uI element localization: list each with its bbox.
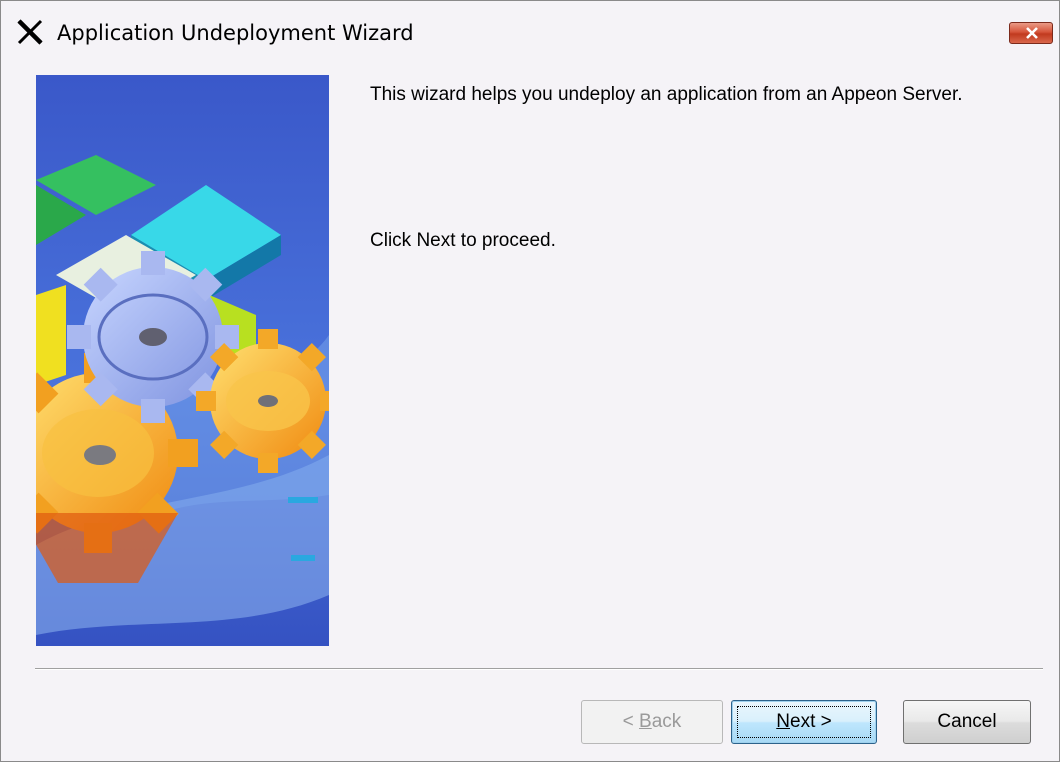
window-title: Application Undeployment Wizard — [57, 21, 414, 45]
next-button[interactable]: Next > — [731, 700, 877, 744]
close-icon — [1026, 27, 1038, 39]
wizard-window: Application Undeployment Wizard This wiz… — [0, 0, 1060, 762]
divider — [35, 668, 1043, 670]
proceed-instruction: Click Next to proceed. — [370, 230, 556, 251]
title-bar[interactable]: Application Undeployment Wizard — [1, 1, 1059, 57]
back-button-rest: ack — [651, 711, 682, 732]
back-button-prefix: < — [622, 711, 640, 732]
wizard-banner-image — [36, 75, 329, 646]
cancel-button[interactable]: Cancel — [903, 700, 1031, 744]
intro-text: This wizard helps you undeploy an applic… — [370, 84, 963, 105]
close-button[interactable] — [1009, 22, 1053, 44]
x-logo-icon — [17, 19, 43, 45]
back-button-mnemonic: B — [639, 711, 652, 732]
back-button[interactable]: < Back — [581, 700, 723, 744]
focus-rectangle — [737, 706, 871, 738]
